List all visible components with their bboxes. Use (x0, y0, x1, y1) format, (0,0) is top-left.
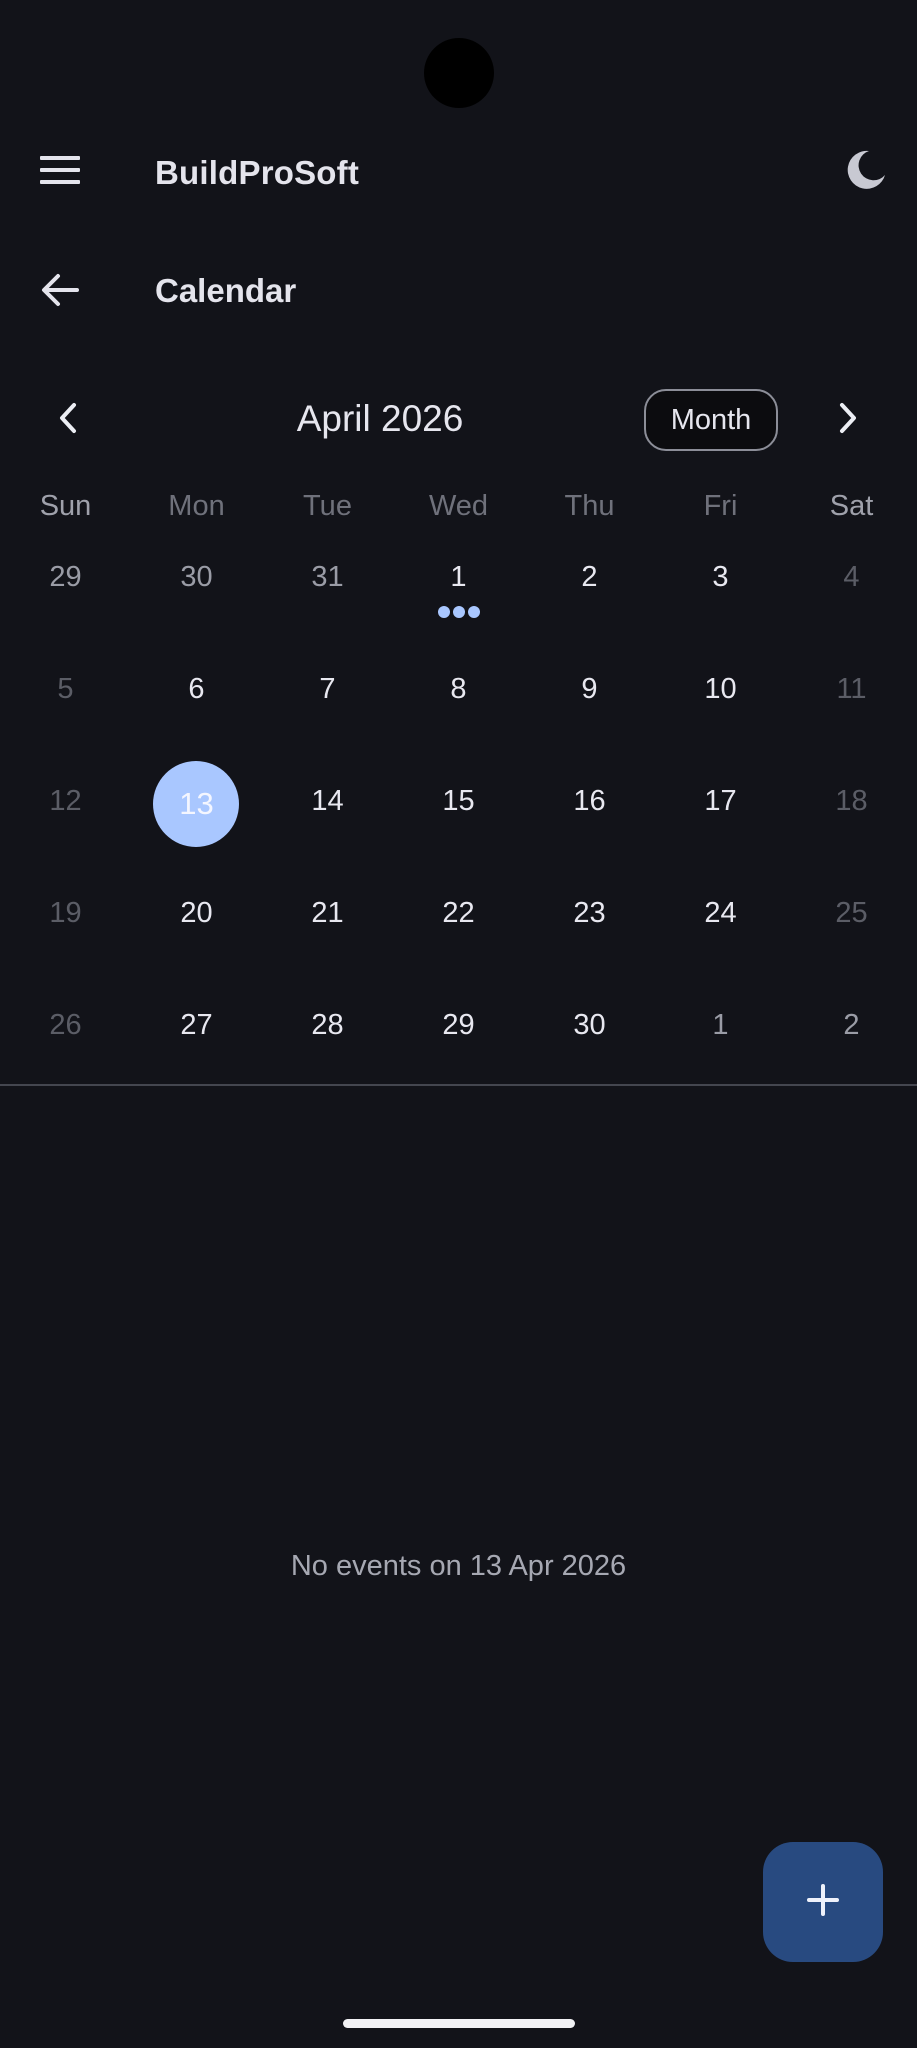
page-header: Calendar (0, 232, 917, 352)
day-cell[interactable]: 9 (524, 637, 655, 749)
day-number: 25 (835, 897, 868, 929)
day-number: 14 (311, 785, 344, 817)
add-event-button[interactable] (763, 1842, 883, 1962)
home-indicator (343, 2019, 575, 2028)
day-cell[interactable]: 21 (262, 861, 393, 973)
day-number: 22 (442, 897, 475, 929)
day-cell[interactable]: 3 (655, 525, 786, 637)
day-cell[interactable]: 16 (524, 749, 655, 861)
event-indicator (437, 606, 480, 618)
month-navigation: April 2026 Month (0, 380, 917, 460)
day-cell[interactable]: 2 (524, 525, 655, 637)
app-bar: BuildProSoft (0, 112, 917, 232)
day-cell[interactable]: 24 (655, 861, 786, 973)
arrow-back-icon (41, 273, 79, 312)
day-number: 1 (712, 1009, 729, 1041)
month-grid: 29 30 31 1 2 3 4 5 6 7 8 9 10 11 12 13 14 15 16 17 18 19 20 21 2… (0, 525, 917, 1085)
day-number: 13 (179, 786, 214, 821)
day-cell[interactable]: 30 (524, 973, 655, 1085)
previous-month-button[interactable] (28, 380, 108, 460)
divider (0, 1084, 917, 1086)
day-number: 29 (49, 561, 82, 593)
day-cell[interactable]: 31 (262, 525, 393, 637)
page-title: Calendar (155, 272, 297, 309)
day-number: 3 (712, 561, 729, 593)
day-number: 9 (581, 673, 598, 705)
day-number: 21 (311, 897, 344, 929)
day-number: 16 (573, 785, 606, 817)
day-number: 19 (49, 897, 82, 929)
day-cell[interactable]: 18 (786, 749, 917, 861)
calendar-screen: BuildProSoft Calendar April 2026 Month S… (0, 0, 917, 2048)
app-title: BuildProSoft (155, 154, 360, 191)
day-cell[interactable]: 14 (262, 749, 393, 861)
day-cell[interactable]: 1 (393, 525, 524, 637)
day-cell[interactable]: 5 (0, 637, 131, 749)
day-cell[interactable]: 27 (131, 973, 262, 1085)
day-number: 1 (450, 561, 467, 593)
day-number: 8 (450, 673, 467, 705)
menu-icon (39, 155, 81, 190)
event-dot (437, 606, 450, 618)
day-cell[interactable]: 30 (131, 525, 262, 637)
day-number: 6 (188, 673, 205, 705)
day-number: 11 (836, 673, 867, 705)
chevron-left-icon (58, 402, 78, 439)
event-dot (467, 606, 480, 618)
day-cell[interactable]: 23 (524, 861, 655, 973)
day-cell[interactable]: 19 (0, 861, 131, 973)
menu-button[interactable] (20, 132, 100, 212)
day-number: 30 (573, 1009, 606, 1041)
camera-cutout (424, 38, 494, 108)
selected-day-cell[interactable]: 13 (131, 749, 262, 861)
day-cell[interactable]: 26 (0, 973, 131, 1085)
day-number: 2 (581, 561, 598, 593)
back-button[interactable] (20, 252, 100, 332)
day-number: 30 (180, 561, 213, 593)
day-number: 18 (835, 785, 868, 817)
moon-icon (845, 149, 887, 196)
day-number: 20 (180, 897, 213, 929)
event-dot (452, 606, 465, 618)
view-mode-button[interactable]: Month (644, 389, 778, 451)
day-cell[interactable]: 15 (393, 749, 524, 861)
day-number: 23 (573, 897, 606, 929)
next-month-button[interactable] (808, 380, 888, 460)
month-label: April 2026 (296, 398, 464, 439)
day-number: 7 (319, 673, 336, 705)
day-cell[interactable]: 12 (0, 749, 131, 861)
day-number: 17 (704, 785, 737, 817)
day-cell[interactable]: 28 (262, 973, 393, 1085)
day-number: 2 (843, 1009, 860, 1041)
day-number: 12 (49, 785, 82, 817)
day-cell[interactable]: 17 (655, 749, 786, 861)
day-cell[interactable]: 29 (393, 973, 524, 1085)
day-number: 10 (704, 673, 737, 705)
day-number: 4 (843, 561, 860, 593)
day-cell[interactable]: 20 (131, 861, 262, 973)
day-cell[interactable]: 11 (786, 637, 917, 749)
day-number: 15 (442, 785, 475, 817)
day-number: 28 (311, 1009, 344, 1041)
day-cell[interactable]: 29 (0, 525, 131, 637)
day-number: 29 (442, 1009, 475, 1041)
empty-events-message: No events on 13 Apr 2026 (290, 1550, 627, 1582)
day-cell[interactable]: 7 (262, 637, 393, 749)
theme-toggle-button[interactable] (826, 132, 906, 212)
day-cell[interactable]: 25 (786, 861, 917, 973)
day-cell[interactable]: 2 (786, 973, 917, 1085)
day-number: 31 (311, 561, 344, 593)
day-number: 5 (57, 673, 74, 705)
day-cell[interactable]: 10 (655, 637, 786, 749)
day-cell[interactable]: 22 (393, 861, 524, 973)
day-cell[interactable]: 4 (786, 525, 917, 637)
day-cell[interactable]: 6 (131, 637, 262, 749)
day-cell[interactable]: 8 (393, 637, 524, 749)
chevron-right-icon (838, 402, 858, 439)
day-cell[interactable]: 1 (655, 973, 786, 1085)
day-number: 27 (180, 1009, 213, 1041)
plus-icon (806, 1883, 840, 1922)
day-number: 24 (704, 897, 737, 929)
day-number: 26 (49, 1009, 82, 1041)
